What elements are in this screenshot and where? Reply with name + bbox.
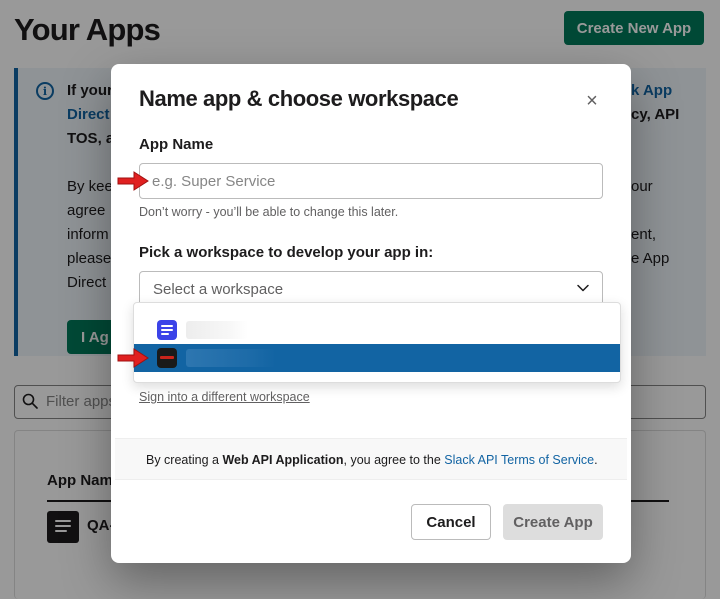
workspace-option-selected[interactable] — [134, 344, 620, 372]
create-app-modal: Name app & choose workspace × App Name D… — [111, 64, 631, 563]
chevron-down-icon — [577, 284, 589, 292]
workspace-name-redacted — [186, 321, 248, 339]
workspace-name-redacted — [186, 349, 276, 367]
terms-of-service-link[interactable]: Slack API Terms of Service — [444, 453, 594, 467]
terms-suffix: . — [594, 453, 598, 467]
terms-bold: Web API Application — [222, 453, 344, 467]
app-name-input[interactable] — [139, 163, 603, 199]
sign-into-different-workspace-link[interactable]: Sign into a different workspace — [139, 390, 310, 404]
app-name-hint: Don’t worry - you’ll be able to change t… — [139, 205, 399, 219]
workspace-label: Pick a workspace to develop your app in: — [139, 244, 434, 261]
red-arrow-icon — [117, 171, 149, 191]
close-icon[interactable]: × — [581, 90, 603, 112]
create-app-button[interactable]: Create App — [503, 504, 603, 540]
terms-text: By creating a Web API Application, you a… — [146, 453, 598, 467]
terms-strip: By creating a Web API Application, you a… — [115, 438, 627, 480]
list-icon — [157, 320, 177, 340]
red-arrow-icon — [117, 348, 149, 368]
workspace-dropdown — [133, 302, 621, 383]
workspace-select-value: Select a workspace — [153, 281, 284, 298]
dark-workspace-icon — [157, 348, 177, 368]
terms-middle: , you agree to the — [343, 453, 445, 467]
workspace-option[interactable] — [134, 316, 620, 344]
cancel-button[interactable]: Cancel — [411, 504, 491, 540]
app-name-label: App Name — [139, 136, 214, 153]
terms-prefix: By creating a — [146, 453, 223, 467]
modal-title: Name app & choose workspace — [139, 86, 459, 111]
